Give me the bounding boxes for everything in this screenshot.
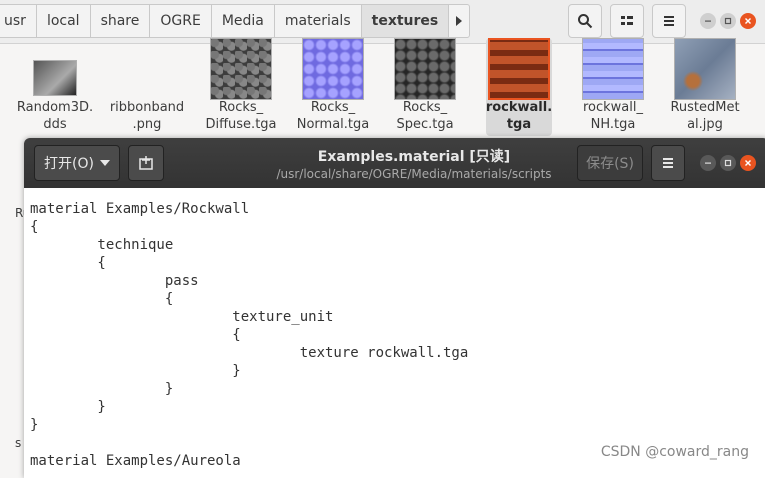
crumb-textures[interactable]: textures [360,4,449,38]
file-rockwall[interactable]: rockwall. tga [474,38,564,144]
new-document-button[interactable] [128,145,164,181]
save-button[interactable]: 保存(S) [577,145,643,181]
maximize-icon [724,17,732,25]
close-icon [745,160,751,166]
file-thumbnail [302,38,364,100]
maximize-icon [724,159,732,167]
editor-minimize-button[interactable] [700,155,716,171]
file-thumbnail [488,38,550,100]
file-name: rockwall_ NH.tga [582,100,643,132]
minimize-button[interactable] [700,13,716,29]
maximize-button[interactable] [720,13,736,29]
file-name: RustedMet al.jpg [670,100,740,132]
hamburger-icon [663,158,673,168]
minimize-icon [705,162,711,164]
file-name: rockwall. tga [485,100,553,132]
hamburger-icon [664,16,674,26]
file-thumbnail [394,38,456,100]
file-name: ribbonband .png [109,100,185,132]
search-button[interactable] [568,4,602,38]
file-name: Random3D. dds [16,100,94,132]
file-name: Rocks_ Normal.tga [296,100,370,132]
view-toggle-button[interactable] [610,4,644,38]
menu-button[interactable] [652,4,686,38]
chevron-right-icon [456,16,463,26]
file-thumbnail [210,38,272,100]
editor-menu-button[interactable] [651,145,685,181]
file-thumbnail [674,38,736,100]
crumb-media[interactable]: Media [210,4,274,38]
file-ribbonband[interactable]: ribbonband .png [102,44,192,144]
crumb-next-button[interactable] [448,4,471,38]
new-document-icon [139,156,153,170]
editor-close-button[interactable] [740,155,756,171]
file-random3d[interactable]: Random3D. dds [10,44,100,144]
file-name: Rocks_ Spec.tga [396,100,454,132]
watermark: CSDN @coward_rang [600,444,749,460]
close-button[interactable] [740,13,756,29]
file-path: /usr/local/share/OGRE/Media/materials/sc… [276,167,552,181]
file-rocks-normal[interactable]: Rocks_ Normal.tga [288,38,378,144]
crumb-materials[interactable]: materials [273,4,361,38]
file-thumbnail [33,60,77,96]
open-button[interactable]: 打开(O) [34,145,120,181]
crumb-usr[interactable]: usr [0,4,36,38]
close-icon [745,18,751,24]
crumb-share[interactable]: share [89,4,150,38]
text-content-area[interactable]: material Examples/Rockwall { technique {… [30,200,468,470]
window-title: Examples.material [只读] [317,149,511,165]
crumb-local[interactable]: local [35,4,90,38]
file-rocks-diffuse[interactable]: Rocks_ Diffuse.tga [196,38,286,144]
file-name: Rocks_ Diffuse.tga [205,100,277,132]
chevron-down-icon [99,160,110,166]
file-thumbnail [582,38,644,100]
breadcrumb: usr local share OGRE Media materials tex… [0,4,471,38]
crumb-ogre[interactable]: OGRE [149,4,211,38]
file-grid: Random3D. dds ribbonband .png Rocks_ Dif… [0,38,765,144]
grid-view-icon [621,16,633,25]
file-manager-header: usr local share OGRE Media materials tex… [0,0,765,44]
minimize-icon [705,20,711,22]
text-editor-window: 打开(O) Examples.material [只读] /usr/local/… [24,138,765,478]
editor-maximize-button[interactable] [720,155,736,171]
file-rusted-metal[interactable]: RustedMet al.jpg [660,38,750,144]
search-icon [578,14,593,29]
file-rockwall-nh[interactable]: rockwall_ NH.tga [568,38,658,144]
editor-header: 打开(O) Examples.material [只读] /usr/local/… [24,138,765,188]
file-rocks-spec[interactable]: Rocks_ Spec.tga [380,38,470,144]
